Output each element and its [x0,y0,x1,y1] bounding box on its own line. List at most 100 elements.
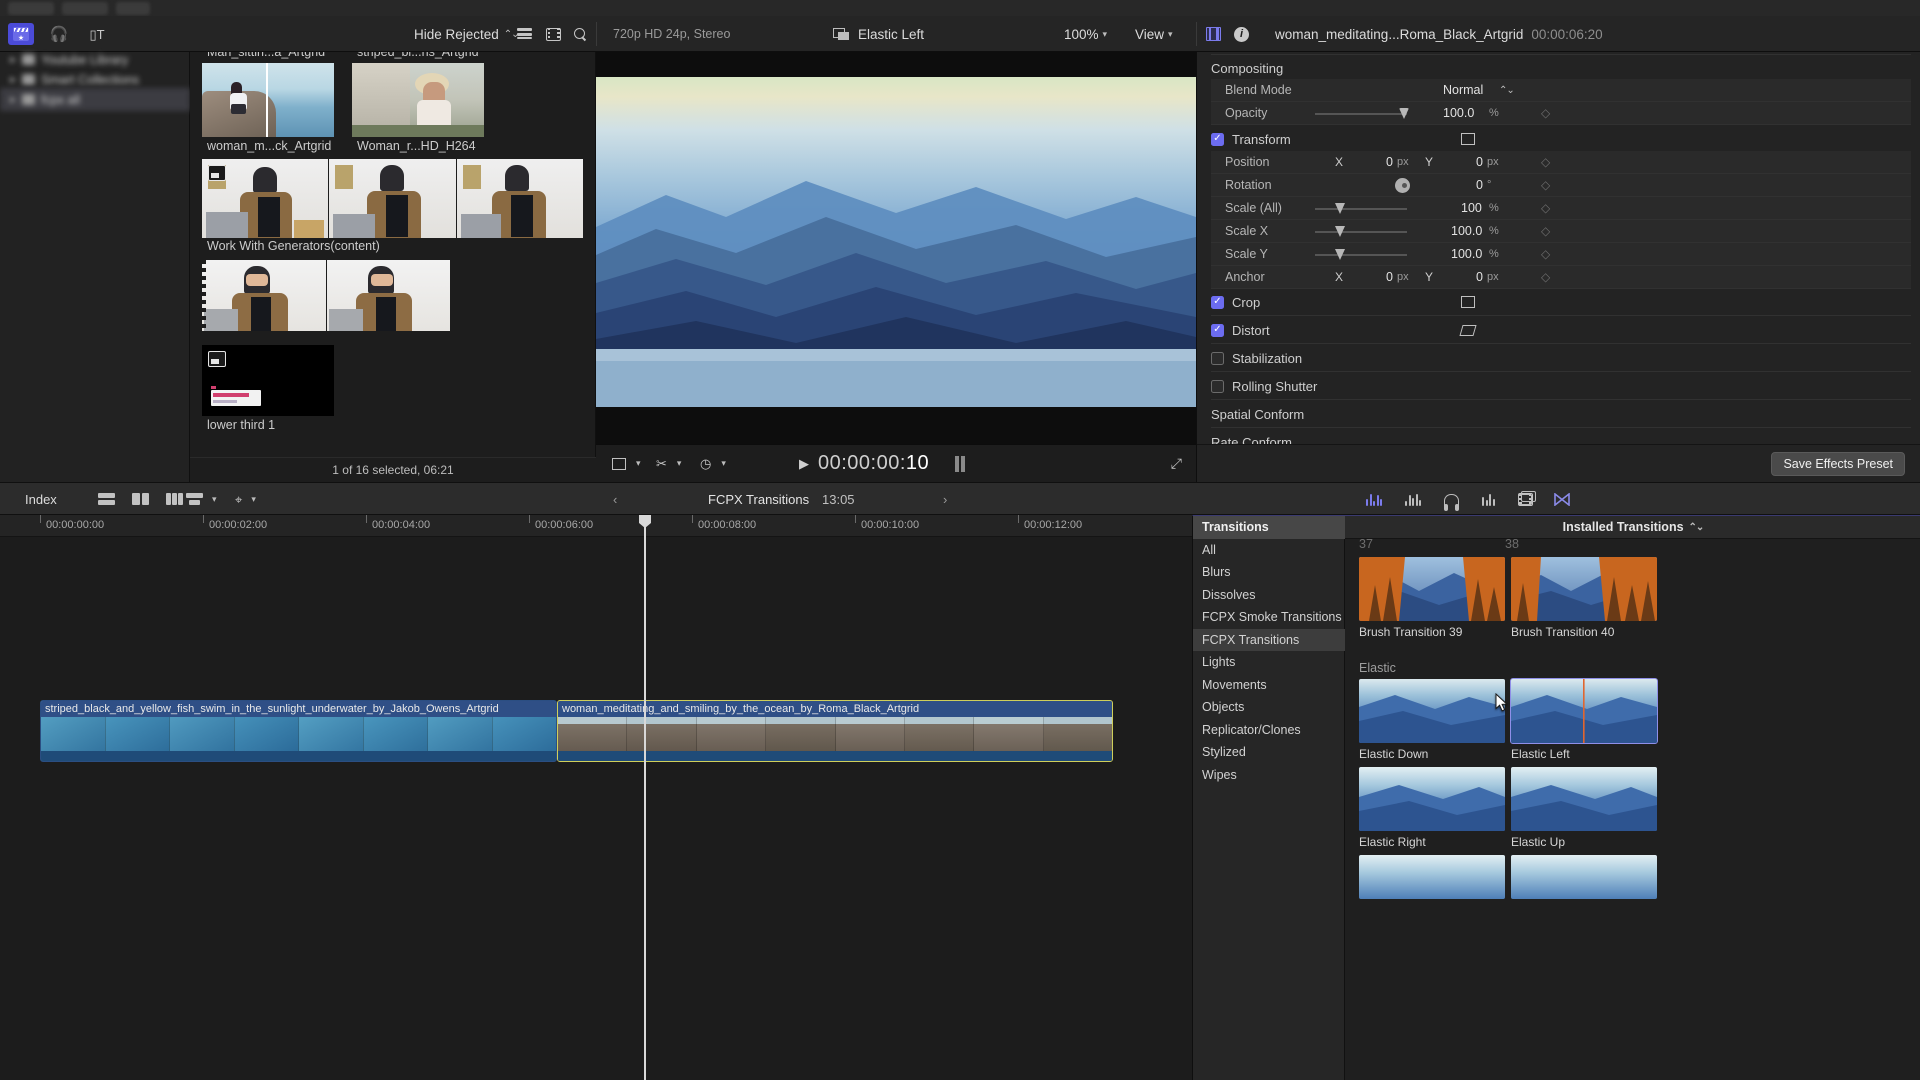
play-icon[interactable]: ▶ [799,456,809,472]
transform-checkbox[interactable] [1211,132,1224,146]
inspector-section-rolling-shutter[interactable]: Rolling Shutter [1211,375,1911,397]
viewer-timecode[interactable]: 00:00:00:10 [818,452,929,475]
scale-y-slider[interactable] [1315,249,1407,260]
inspector-section-crop[interactable]: Crop [1211,291,1911,313]
keyframe-icon[interactable]: ◇ [1541,270,1550,284]
anchor-y-value[interactable]: 0 [1476,270,1483,284]
scale-y-value[interactable]: 100.0 [1451,247,1482,261]
timeline-clip-woman-meditating[interactable]: woman_meditating_and_smiling_by_the_ocea… [557,700,1113,762]
audio-mix-icon[interactable] [1482,493,1495,506]
retime-tool-icon[interactable]: ◷ [700,457,711,470]
inspector-row-anchor[interactable]: Anchor X 0 px Y 0 px ◇ [1211,266,1911,288]
inspector-row-rotation[interactable]: Rotation 0 ° ◇ [1211,174,1911,196]
transition-card-next-row[interactable] [1359,855,1505,899]
video-inspector-icon[interactable] [1206,27,1221,41]
media-browser[interactable]: Man_sittin...a_Artgrid striped_bl...ns_A… [190,52,596,482]
timeline-history-icon[interactable] [166,493,183,506]
keyframe-icon[interactable]: ◇ [1541,178,1550,192]
titles-icon[interactable]: ▯T [84,23,110,45]
library-icon[interactable] [8,23,34,45]
browser-thumbnail-woman-r[interactable] [352,63,484,137]
rotation-value[interactable]: 0 [1476,178,1483,192]
chevron-down-icon[interactable]: ▾ [677,458,682,469]
category-item-all[interactable]: All [1193,539,1345,562]
anchor-x-value[interactable]: 0 [1386,270,1393,284]
fullscreen-icon[interactable]: ⤢ [1171,455,1182,472]
rolling-shutter-checkbox[interactable] [1211,379,1224,393]
transform-onscreen-icon[interactable] [1461,133,1475,145]
audio-meters-icon[interactable] [1366,493,1382,506]
category-item-fcpx-transitions[interactable]: FCPX Transitions [1193,628,1345,651]
filmstrip-view-icon[interactable] [546,27,561,41]
browser-thumbnail-work-with-generators[interactable] [202,159,583,238]
transition-card-elastic-right[interactable]: Elastic Right [1359,767,1505,849]
chevron-down-icon[interactable]: ▾ [636,458,641,469]
timeline-index-icon[interactable] [98,493,115,506]
category-item-dissolves[interactable]: Dissolves [1193,584,1345,607]
browser-thumbnail-woman-meditating[interactable] [202,63,334,137]
next-project-arrow[interactable]: › [943,492,947,507]
save-effects-preset-button[interactable]: Save Effects Preset [1771,451,1905,476]
category-item-fcpx-smoke-transitions[interactable]: FCPX Smoke Transitions [1193,606,1345,629]
stabilization-checkbox[interactable] [1211,351,1224,365]
inspector-row-position[interactable]: Position X 0 px Y 0 px ◇ [1211,151,1911,173]
window-icon[interactable] [1518,491,1536,505]
keyframe-icon[interactable]: ◇ [1541,247,1550,261]
blend-mode-chevron-icon[interactable]: ⌃⌄ [1499,85,1515,96]
scale-x-slider[interactable] [1315,226,1407,237]
waveform-icon[interactable] [1405,493,1421,506]
timeline-clip-striped-fish[interactable]: striped_black_and_yellow_fish_swim_in_th… [40,700,557,762]
category-item-objects[interactable]: Objects [1193,696,1345,719]
inspector-section-transform[interactable]: Transform [1211,128,1911,150]
headphones-icon[interactable] [1444,493,1459,511]
browser-thumbnail-generators-strip[interactable] [202,260,450,331]
timeline-ruler[interactable]: 00:00:00:00 00:00:02:00 00:00:04:00 00:0… [0,515,1192,537]
browser-thumbnail-lower-third[interactable] [202,345,334,416]
timeline-settings-icon[interactable] [186,493,203,506]
transitions-grid[interactable]: 37 38 Brush Transition 39 Brush Transiti… [1345,539,1920,1080]
transition-card-elastic-left[interactable]: Elastic Left [1510,678,1658,761]
position-x-value[interactable]: 0 [1386,155,1393,169]
playhead[interactable] [639,515,651,1080]
scale-all-value[interactable]: 100 [1461,201,1482,215]
scale-all-slider[interactable] [1315,203,1407,214]
inspector-section-distort[interactable]: Distort [1211,319,1911,341]
category-item-blurs[interactable]: Blurs [1193,561,1345,584]
chevron-down-icon[interactable]: ▾ [721,458,726,469]
position-y-value[interactable]: 0 [1476,155,1483,169]
hide-rejected-label[interactable]: Hide Rejected [414,27,499,42]
scale-x-value[interactable]: 100.0 [1451,224,1482,238]
list-view-icon[interactable] [517,28,532,40]
distort-onscreen-icon[interactable] [1459,324,1477,336]
effects-tool-icon[interactable]: ✂ [656,457,667,470]
viewer-retime-tool[interactable]: ◷ ▾ [700,457,726,470]
chevron-down-icon[interactable]: ▾ [251,494,256,505]
timeline[interactable]: 00:00:00:00 00:00:02:00 00:00:04:00 00:0… [0,515,1192,1080]
disclosure-icon[interactable]: ▶ [10,55,16,64]
inspector-section-stabilization[interactable]: Stabilization [1211,347,1911,369]
transition-card-brush-40[interactable]: Brush Transition 40 [1511,557,1657,639]
category-item-wipes[interactable]: Wipes [1193,764,1345,787]
opacity-slider[interactable] [1315,108,1409,119]
previous-project-arrow[interactable]: ‹ [613,492,617,507]
transition-card-brush-39[interactable]: Brush Transition 39 [1359,557,1505,639]
disclosure-icon[interactable]: ▶ [10,75,16,84]
category-item-lights[interactable]: Lights [1193,651,1345,674]
crop-onscreen-icon[interactable] [1461,296,1475,308]
transform-tool-icon[interactable] [612,457,626,470]
transition-card-elastic-up[interactable]: Elastic Up [1511,767,1657,849]
transitions-category-list[interactable]: Transitions All Blurs Dissolves FCPX Smo… [1193,516,1345,1080]
keyframe-icon[interactable]: ◇ [1541,224,1550,238]
keyframe-icon[interactable]: ◇ [1541,106,1550,120]
inspector-section-spatial-conform[interactable]: Spatial Conform [1211,403,1911,425]
transitions-browser-icon[interactable] [1554,493,1570,506]
transition-card-next-row[interactable] [1511,855,1657,899]
info-inspector-icon[interactable]: i [1234,26,1249,42]
installed-transitions-chevron-icon[interactable]: ⌃⌄ [1689,522,1705,533]
category-item-movements[interactable]: Movements [1193,674,1345,697]
view-menu-label[interactable]: View [1135,27,1164,42]
zoom-level-label[interactable]: 100% [1064,27,1099,42]
blend-mode-value[interactable]: Normal [1443,83,1483,97]
viewer-image[interactable] [596,77,1196,407]
select-tool-icon[interactable]: ⌖ [235,493,242,506]
